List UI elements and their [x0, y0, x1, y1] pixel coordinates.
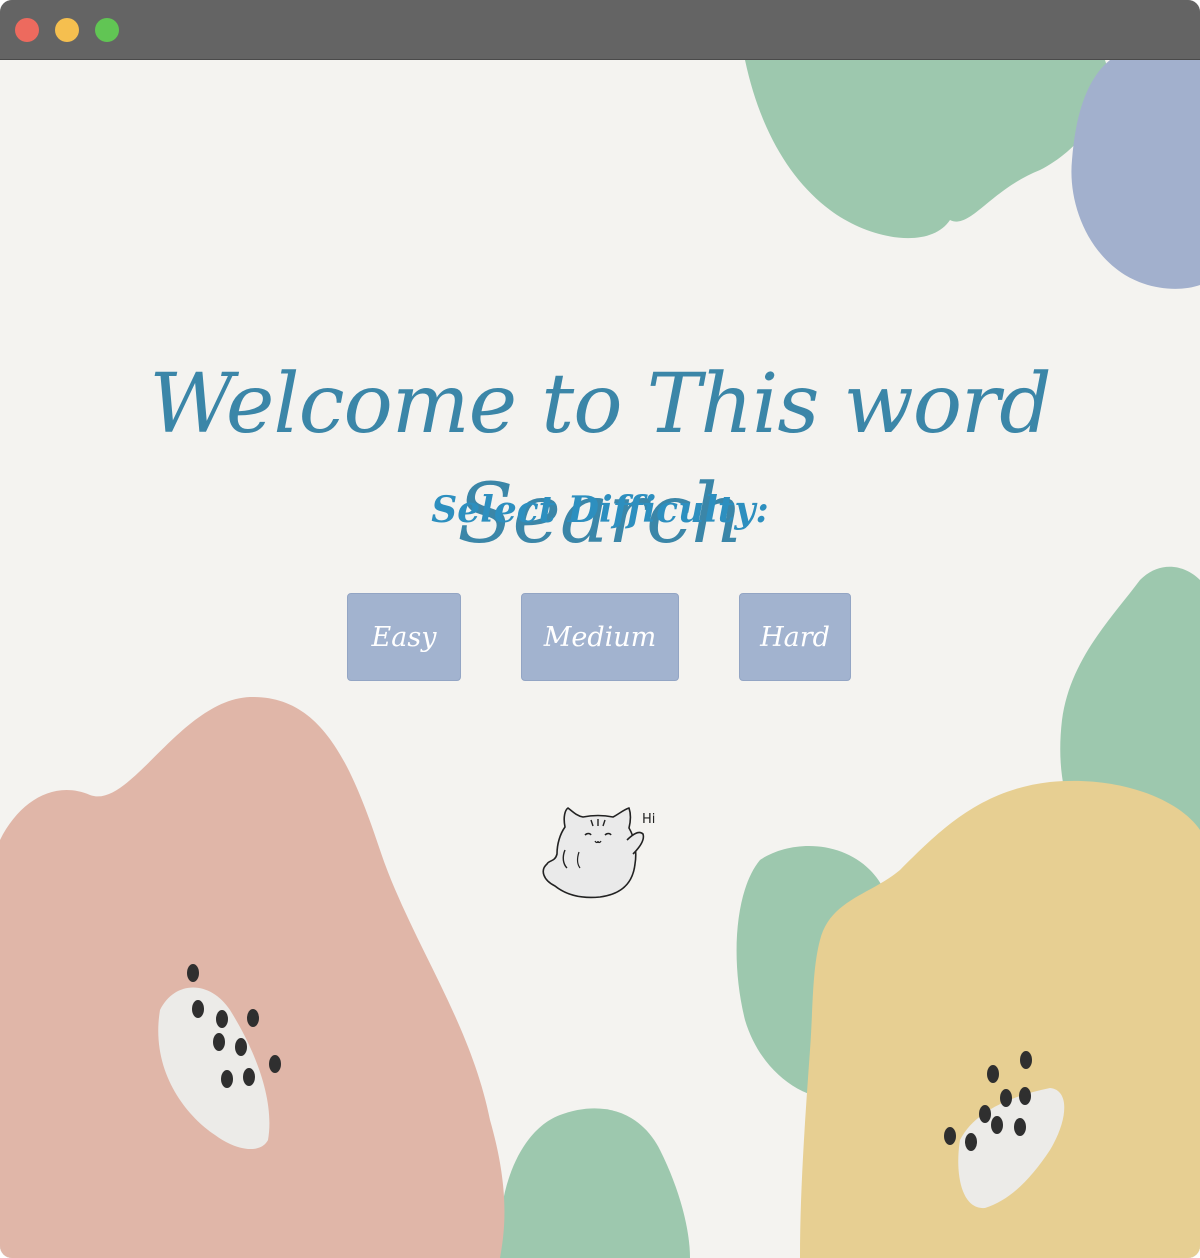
blue-blob-top-right	[1071, 60, 1200, 289]
minimize-window-button[interactable]	[55, 18, 79, 42]
difficulty-prompt: Select Difficulty:	[431, 489, 769, 531]
close-window-button[interactable]	[15, 18, 39, 42]
page-title: Welcome to This word Search	[149, 357, 1052, 562]
app-window: Welcome to This word Search Select Diffi…	[0, 0, 1200, 1258]
green-blob-top-right	[745, 60, 1109, 239]
welcome-screen: Welcome to This word Search Select Diffi…	[0, 60, 1200, 1258]
easy-button[interactable]: Easy	[347, 593, 461, 681]
maximize-window-button[interactable]	[95, 18, 119, 42]
difficulty-buttons: Easy Medium Hard	[0, 593, 1200, 683]
window-titlebar[interactable]	[0, 0, 1200, 60]
medium-button[interactable]: Medium	[521, 593, 679, 681]
green-blob-bottom	[499, 1108, 690, 1258]
hard-button[interactable]: Hard	[739, 593, 851, 681]
pink-flower-blob	[0, 696, 505, 1258]
cat-greeting: Hi	[642, 812, 656, 827]
